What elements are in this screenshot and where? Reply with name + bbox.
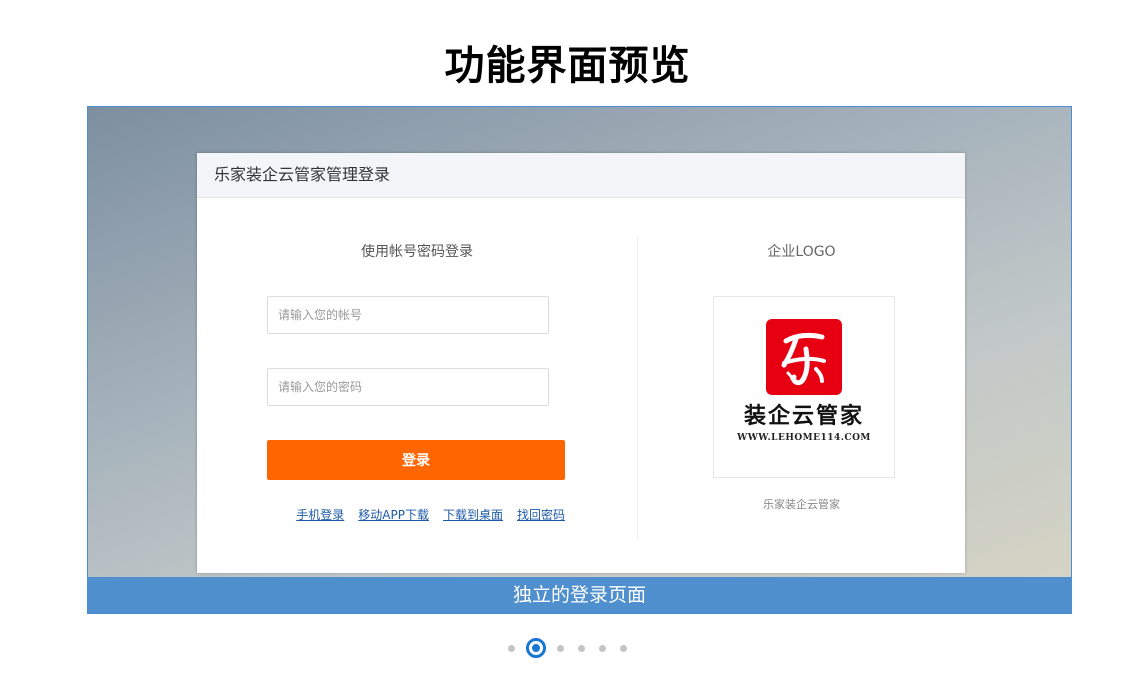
login-form-column: 使用帐号密码登录 登录 手机登录移动APP下载下载到桌面找回密码 <box>197 197 637 573</box>
company-logo: 装企云管家 WWW.LEHOME114.COM <box>713 296 895 478</box>
account-input[interactable] <box>267 296 549 334</box>
calligraphy-le-icon <box>781 332 826 386</box>
carousel-dot-2-active[interactable] <box>526 638 546 658</box>
slide-caption: 独立的登录页面 <box>88 577 1071 613</box>
company-name-caption: 乐家装企云管家 <box>763 498 840 511</box>
login-card: 乐家装企云管家管理登录 使用帐号密码登录 登录 手机登录移动APP下载下载到桌面… <box>197 153 965 573</box>
phone-login-link[interactable]: 手机登录 <box>296 508 344 522</box>
page-title: 功能界面预览 <box>444 43 691 89</box>
carousel-dot-5[interactable] <box>599 644 606 652</box>
carousel-dot-3[interactable] <box>557 644 564 652</box>
recover-password-link[interactable]: 找回密码 <box>517 508 565 522</box>
carousel-dot-6[interactable] <box>620 644 627 652</box>
login-links: 手机登录 移动APP下载 下载到桌面 找回密码 <box>282 506 565 523</box>
brand-mark-icon <box>766 319 842 395</box>
logo-column: 企业LOGO 装企云管家 WWW.LEHOME114.COM 乐家装企云管家 <box>638 197 965 573</box>
carousel-slide: 乐家装企云管家管理登录 使用帐号密码登录 登录 手机登录移动APP下载下载到桌面… <box>87 106 1072 614</box>
desktop-download-link[interactable]: 下载到桌面 <box>443 508 503 522</box>
carousel-pagination <box>0 636 1135 660</box>
login-card-header: 乐家装企云管家管理登录 <box>197 153 965 198</box>
carousel-dot-1[interactable] <box>508 644 515 652</box>
carousel-dot-4[interactable] <box>578 644 585 652</box>
app-download-link[interactable]: 移动APP下载 <box>358 508 429 522</box>
password-input[interactable] <box>267 368 549 406</box>
login-method-title: 使用帐号密码登录 <box>361 244 473 260</box>
logo-section-title: 企业LOGO <box>767 244 836 260</box>
logo-brand-name: 装企云管家 <box>743 404 864 429</box>
logo-url: WWW.LEHOME114.COM <box>737 433 871 443</box>
login-button[interactable]: 登录 <box>267 440 565 480</box>
